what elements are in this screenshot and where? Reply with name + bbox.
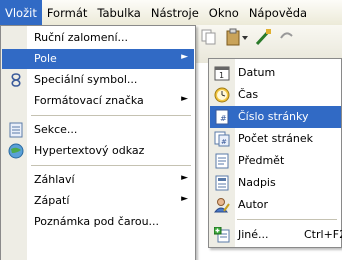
svg-text:#: # [220, 114, 227, 123]
menu-insert[interactable]: Vložit [0, 0, 42, 25]
menu-item-footnote[interactable]: Poznámka pod čarou... [2, 212, 194, 232]
submenu-item-label: Předmět [238, 154, 285, 167]
submenu-item-subject[interactable]: Předmět [210, 150, 341, 172]
submenu-arrow-icon: ► [181, 52, 188, 62]
submenu-item-label: Čas [238, 88, 259, 101]
menu-separator [31, 115, 191, 116]
menu-item-special-symbol[interactable]: Speciální symbol... [2, 70, 194, 90]
submenu-item-label: Číslo stránky [238, 110, 309, 123]
menu-item-label: Hypertextový odkaz [34, 144, 145, 157]
menu-table[interactable]: Tabulka [92, 0, 145, 25]
submenu-arrow-icon: ► [181, 194, 188, 204]
menu-item-header[interactable]: Záhlaví ► [2, 170, 194, 190]
section-icon [9, 122, 23, 138]
menu-item-label: Sekce... [34, 123, 78, 136]
menu-format-label: Formát [46, 5, 88, 20]
fields-submenu: 1 Datum Čas # Číslo stránky # Počet strá… [208, 58, 342, 248]
submenu-item-shortcut: Ctrl+F2 [304, 228, 342, 241]
format-paintbrush-icon[interactable] [254, 28, 272, 46]
special-symbol-icon [11, 73, 21, 87]
menu-item-label: Pole [34, 52, 57, 65]
menu-help-label: Nápověda [248, 5, 308, 20]
copy-icon[interactable] [200, 29, 216, 45]
page-number-icon: # [215, 109, 229, 125]
menu-table-label: Tabulka [97, 5, 141, 20]
insert-menu: Ruční zalomení... Pole ► Speciální symbo… [0, 25, 196, 260]
title-icon [215, 175, 229, 191]
submenu-item-label: Počet stránek [238, 132, 314, 145]
submenu-item-label: Autor [238, 198, 269, 211]
submenu-item-label: Nadpis [238, 176, 276, 189]
undo-icon[interactable] [278, 28, 294, 46]
menu-tools-label: Nástroje [150, 5, 199, 20]
menu-item-footer[interactable]: Zápatí ► [2, 191, 194, 211]
menu-item-formatting-mark[interactable]: Formátovací značka ► [2, 91, 194, 111]
paste-icon[interactable] [224, 28, 248, 46]
submenu-separator [237, 219, 337, 220]
menu-insert-label: Vložit [5, 5, 37, 20]
menu-item-label: Záhlaví [34, 173, 75, 186]
menu-tools[interactable]: Nástroje [146, 0, 204, 25]
menu-help[interactable]: Nápověda [244, 0, 312, 25]
svg-text:#: # [221, 138, 227, 146]
submenu-item-label: Jiné... [238, 228, 269, 241]
menu-separator [31, 165, 191, 166]
submenu-arrow-icon: ► [181, 173, 188, 183]
menu-item-fields[interactable]: Pole ► [2, 49, 194, 69]
menu-item-label: Ruční zalomení... [34, 31, 128, 44]
author-icon [214, 198, 230, 213]
submenu-item-other-fields[interactable]: Jiné... Ctrl+F2 [210, 224, 342, 246]
submenu-item-author[interactable]: Autor [210, 194, 341, 216]
submenu-item-page-number[interactable]: # Číslo stránky [210, 106, 341, 128]
submenu-item-page-count[interactable]: # Počet stránek [210, 128, 341, 150]
submenu-item-date[interactable]: 1 Datum [210, 62, 341, 84]
submenu-item-title[interactable]: Nadpis [210, 172, 341, 194]
submenu-item-label: Datum [238, 66, 276, 79]
menu-bar: Vložit Formát Tabulka Nástroje Okno Nápo… [0, 0, 342, 25]
menu-item-manual-break[interactable]: Ruční zalomení... [2, 28, 194, 48]
menu-item-hyperlink[interactable]: Hypertextový odkaz [2, 141, 194, 161]
page-count-icon: # [214, 131, 230, 147]
other-fields-icon [214, 227, 230, 243]
menu-window[interactable]: Okno [204, 0, 244, 25]
svg-text:1: 1 [219, 71, 224, 80]
subject-icon [215, 153, 229, 169]
menu-item-label: Speciální symbol... [34, 73, 138, 86]
menu-item-label: Poznámka pod čarou... [34, 215, 160, 228]
menu-window-label: Okno [208, 5, 239, 20]
hyperlink-icon [8, 143, 24, 159]
menu-item-label: Formátovací značka [34, 94, 144, 107]
menu-item-section[interactable]: Sekce... [2, 120, 194, 140]
menu-format[interactable]: Formát [42, 0, 93, 25]
submenu-arrow-icon: ► [181, 94, 188, 104]
time-icon [214, 87, 230, 103]
menu-item-label: Zápatí [34, 194, 70, 207]
submenu-item-time[interactable]: Čas [210, 84, 341, 106]
date-icon: 1 [214, 66, 230, 81]
